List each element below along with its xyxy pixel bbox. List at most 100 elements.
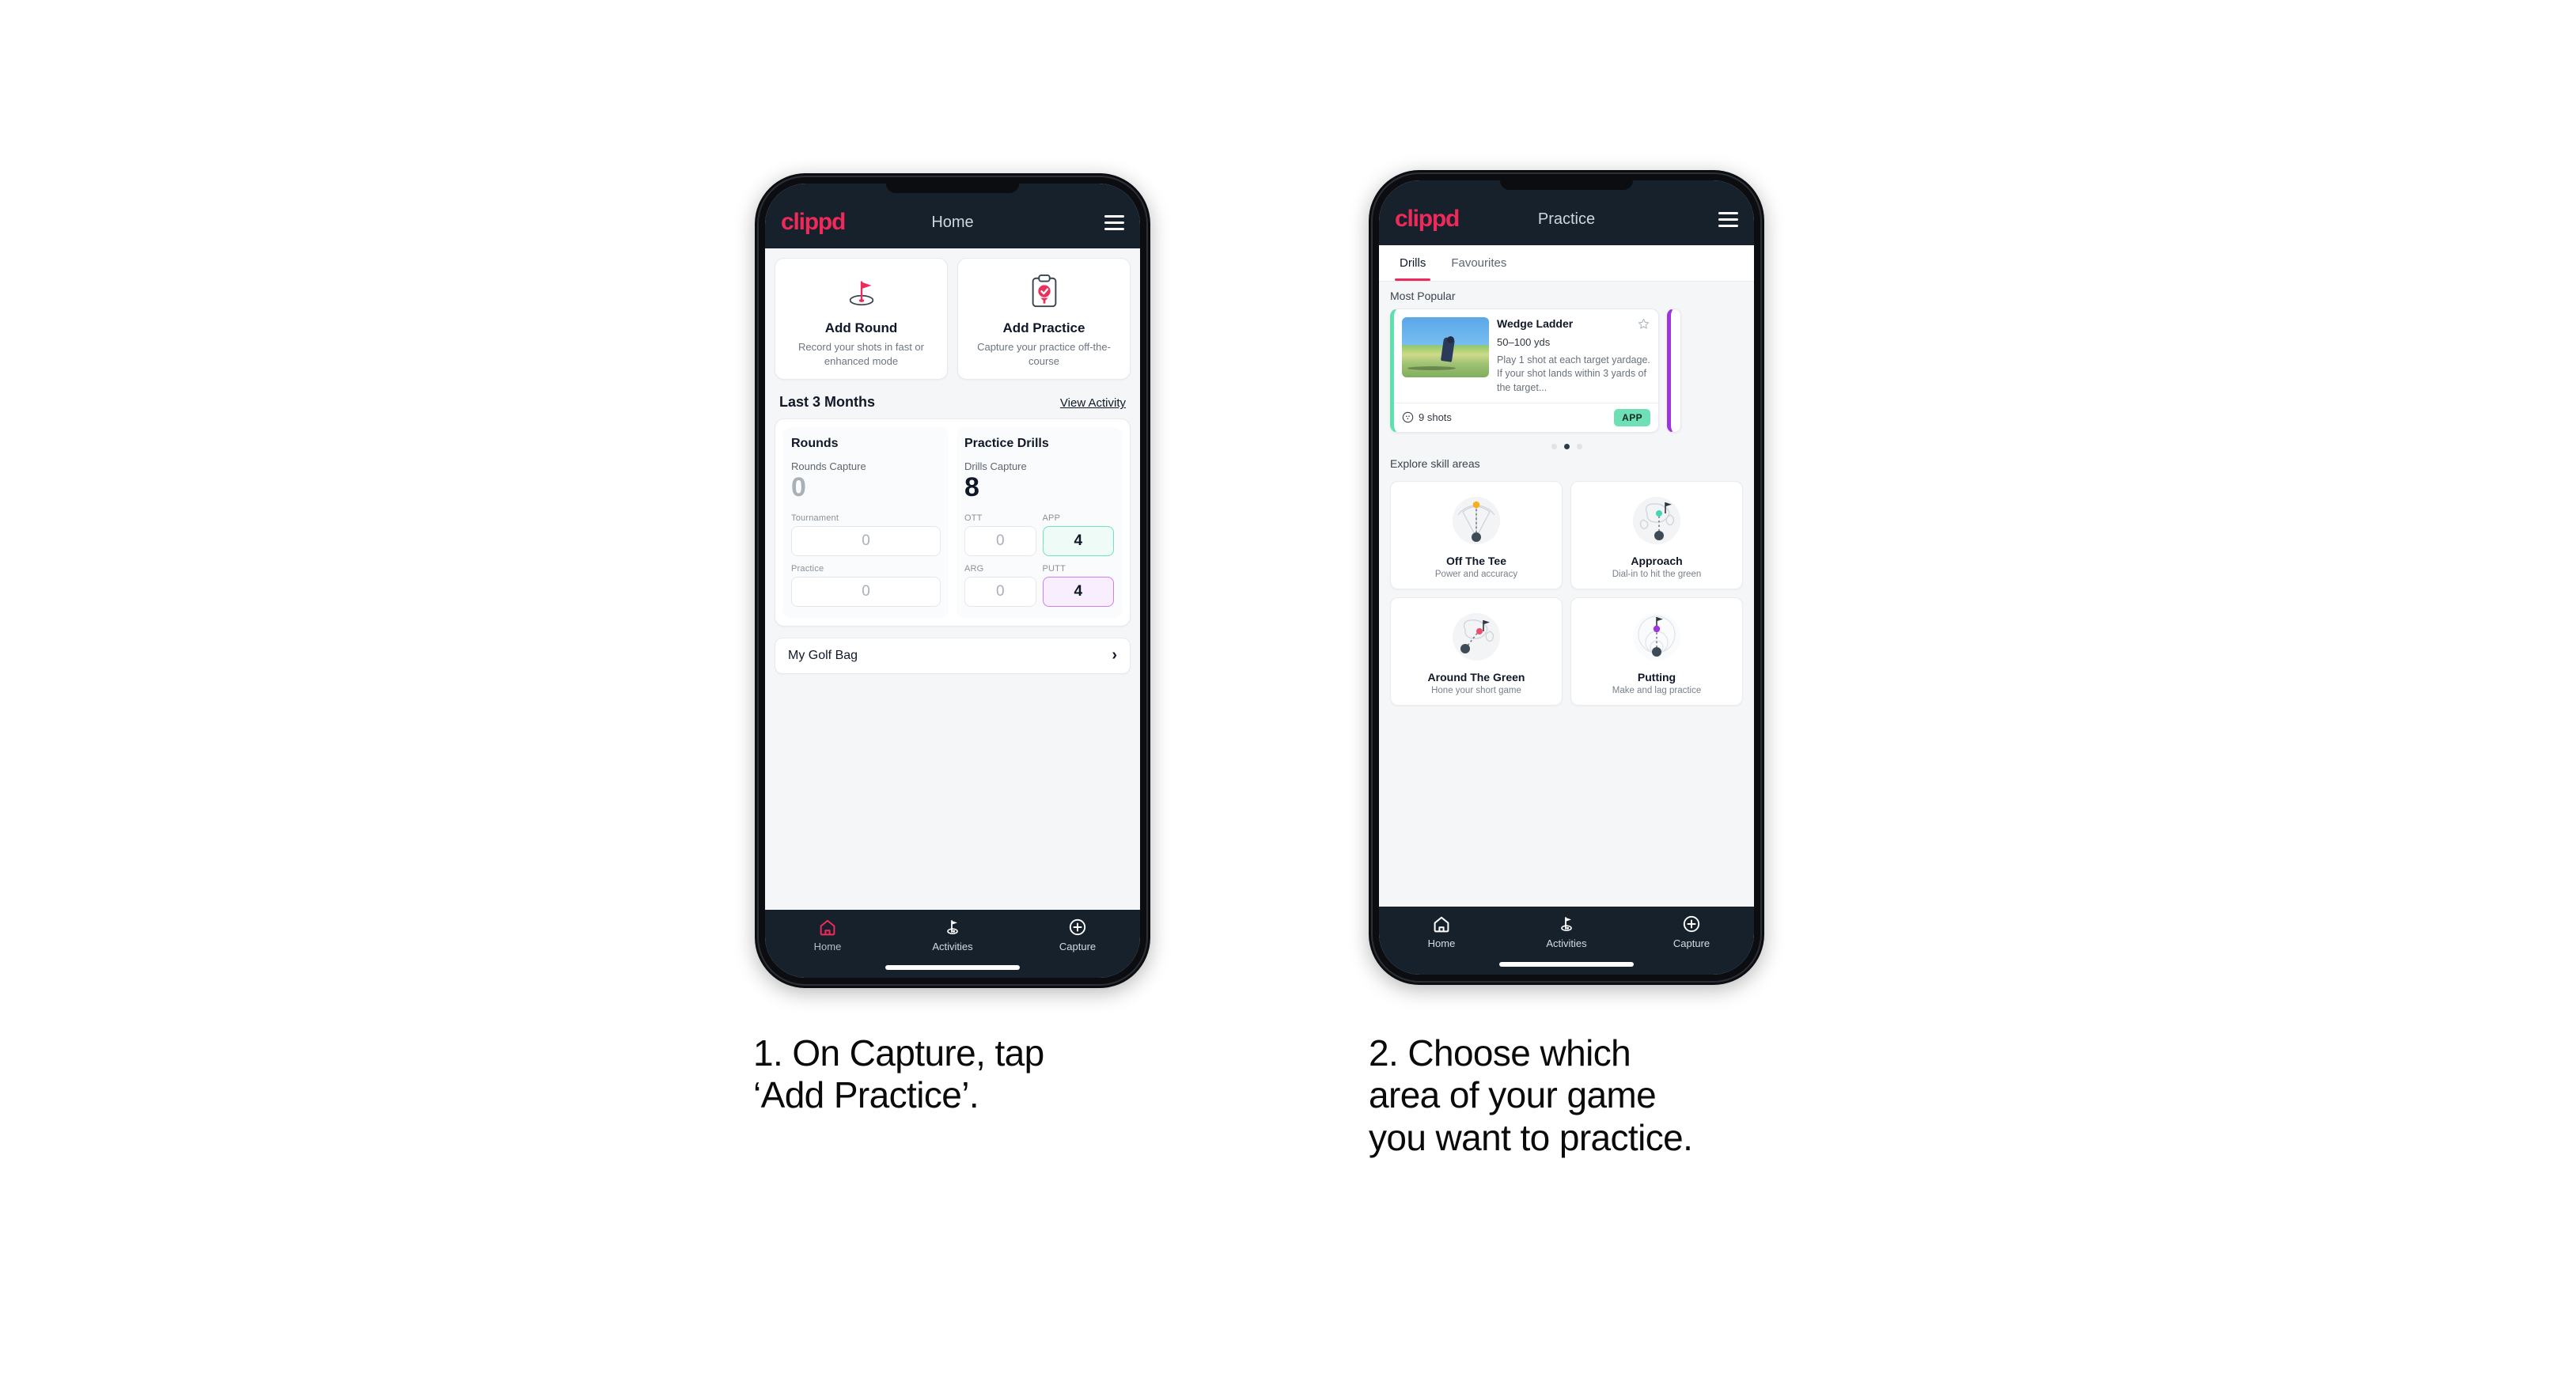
nav-item-activities[interactable]: Activities: [890, 918, 1015, 952]
skill-subtitle: Power and accuracy: [1434, 569, 1518, 579]
add-round-card[interactable]: Add Round Record your shots in fast or e…: [775, 258, 948, 381]
last-3-months-row: Last 3 Months View Activity: [775, 380, 1131, 418]
skill-card-off-the-tee[interactable]: Off The Tee Power and accuracy: [1390, 480, 1563, 589]
nav-item-activities[interactable]: Activities: [1504, 915, 1629, 949]
drill-card-peek[interactable]: [1667, 309, 1681, 433]
chevron-right-icon: ›: [1112, 646, 1117, 665]
drills-row-2: ARG 0 PUTT 4: [964, 564, 1114, 607]
drill-card-footer: 9 shots APP: [1394, 402, 1658, 432]
nav-label-capture: Capture: [1059, 941, 1097, 952]
home-content: Add Round Record your shots in fast or e…: [765, 248, 1140, 910]
phone-notch: [886, 184, 1019, 193]
putt-value[interactable]: 4: [1042, 576, 1114, 607]
add-round-title: Add Round: [824, 320, 898, 335]
carousel-dot-active[interactable]: [1563, 443, 1570, 449]
bottom-nav-practice: Home Activities Capture: [1379, 907, 1754, 975]
rounds-heading: Rounds: [791, 437, 839, 451]
putt-label: PUTT: [1042, 563, 1066, 574]
carousel-dot[interactable]: [1551, 443, 1557, 449]
nav-item-home[interactable]: Home: [765, 918, 890, 952]
tournament-label: Tournament: [791, 513, 839, 523]
skill-areas-grid: Off The Tee Power and accuracy Approach …: [1379, 476, 1754, 706]
drill-name: Wedge Ladder: [1497, 317, 1574, 330]
drill-card-wedge-ladder[interactable]: Wedge Ladder 50–100 yds Play 1 shot at e…: [1390, 309, 1659, 433]
practice-tabs: Drills Favourites: [1379, 245, 1754, 282]
drill-card-top: Wedge Ladder 50–100 yds Play 1 shot at e…: [1394, 309, 1658, 403]
rounds-tournament-group: Tournament 0: [791, 513, 941, 556]
section-title: Last 3 Months: [779, 394, 876, 411]
add-round-desc: Record your shots in fast or enhanced mo…: [798, 341, 924, 367]
drill-meta: Wedge Ladder 50–100 yds Play 1 shot at e…: [1497, 317, 1650, 395]
skill-card-approach[interactable]: Approach Dial-in to hit the green: [1570, 480, 1743, 589]
clippd-logo[interactable]: clippd: [1395, 207, 1460, 231]
practice-label: Practice: [791, 563, 824, 574]
app-header-practice: clippd Practice: [1379, 180, 1754, 245]
clippd-logo[interactable]: clippd: [781, 210, 846, 234]
putting-rings-icon: [1576, 606, 1737, 668]
nav-label-capture: Capture: [1673, 937, 1710, 949]
green-approach-icon: [1576, 490, 1737, 551]
arg-value[interactable]: 0: [964, 576, 1036, 607]
rounds-practice-group: Practice 0: [791, 564, 941, 607]
carousel-dots: [1379, 433, 1754, 453]
carousel-dot[interactable]: [1576, 443, 1582, 449]
skill-card-around-the-green[interactable]: Around The Green Hone your short game: [1390, 596, 1563, 706]
phone-screen-practice: clippd Practice Drills Favourites Most P…: [1379, 180, 1754, 975]
ott-value[interactable]: 0: [964, 525, 1036, 556]
skill-subtitle: Dial-in to hit the green: [1612, 569, 1702, 579]
phone-mockup-practice: clippd Practice Drills Favourites Most P…: [1369, 170, 1764, 985]
nav-label-home: Home: [1427, 937, 1456, 949]
caption-step-1: 1. On Capture, tap ‘Add Practice’.: [753, 1032, 1044, 1116]
ott-label: OTT: [964, 513, 983, 523]
explore-skill-areas-label: Explore skill areas: [1390, 456, 1480, 470]
skill-card-putting[interactable]: Putting Make and lag practice: [1570, 596, 1743, 706]
nav-item-home[interactable]: Home: [1379, 915, 1504, 949]
drill-thumbnail: [1402, 317, 1489, 377]
my-golf-bag-label: My Golf Bag: [788, 648, 858, 662]
tournament-value[interactable]: 0: [791, 525, 941, 556]
caption-step-2: 2. Choose which area of your game you wa…: [1369, 1032, 1693, 1158]
screenshot-canvas: clippd Home Add Round Record your shots …: [0, 0, 2576, 1386]
drills-carousel[interactable]: Wedge Ladder 50–100 yds Play 1 shot at e…: [1379, 309, 1754, 433]
add-practice-desc: Capture your practice off-the-course: [977, 341, 1111, 367]
tab-favourites[interactable]: Favourites: [1441, 245, 1516, 281]
clipboard-check-icon: [964, 270, 1123, 314]
nav-item-capture[interactable]: Capture: [1629, 915, 1754, 949]
practice-value[interactable]: 0: [791, 576, 941, 607]
drill-shots-label: 9 shots: [1419, 411, 1452, 424]
quick-actions-row: Add Round Record your shots in fast or e…: [775, 258, 1131, 381]
hamburger-menu-icon[interactable]: [1718, 211, 1738, 227]
add-practice-title: Add Practice: [1002, 320, 1085, 335]
tab-drills[interactable]: Drills: [1390, 245, 1435, 281]
skill-subtitle: Make and lag practice: [1612, 685, 1702, 695]
app-header-home: clippd Home: [765, 184, 1140, 248]
drill-shots: 9 shots: [1402, 411, 1452, 423]
practice-drills-column: Practice Drills Drills Capture 8 OTT 0 A…: [957, 427, 1122, 618]
bottom-nav-home: Home Activities Capture: [765, 910, 1140, 978]
nav-label-home: Home: [813, 941, 842, 952]
skill-title: Off The Tee: [1446, 554, 1506, 567]
home-indicator: [885, 965, 1020, 970]
phone-mockup-home: clippd Home Add Round Record your shots …: [755, 173, 1150, 988]
my-golf-bag-row[interactable]: My Golf Bag ›: [775, 637, 1131, 674]
add-practice-card[interactable]: Add Practice Capture your practice off-t…: [957, 258, 1131, 381]
rounds-capture-value: 0: [791, 472, 806, 503]
phone-notch: [1500, 180, 1633, 190]
phone-screen-home: clippd Home Add Round Record your shots …: [765, 184, 1140, 978]
star-outline-icon[interactable]: [1637, 317, 1650, 335]
skill-title: Around The Green: [1427, 670, 1525, 684]
golf-flag-icon: [782, 270, 941, 314]
practice-content: Most Popular Wedge Ladder 50–100 yds Pla…: [1379, 282, 1754, 907]
drill-yardage: 50–100 yds: [1497, 336, 1551, 348]
app-label: APP: [1042, 513, 1061, 523]
tee-fan-icon: [1396, 490, 1557, 551]
drill-description: Play 1 shot at each target yardage. If y…: [1497, 354, 1650, 393]
rounds-column: Rounds Rounds Capture 0 Tournament 0 Pra…: [783, 427, 949, 618]
golf-ball-icon: [1402, 412, 1414, 423]
nav-item-capture[interactable]: Capture: [1015, 918, 1140, 952]
app-value[interactable]: 4: [1042, 525, 1114, 556]
plus-circle-icon: [1069, 918, 1086, 936]
hamburger-menu-icon[interactable]: [1104, 214, 1124, 230]
view-activity-link[interactable]: View Activity: [1060, 396, 1126, 410]
nav-label-activities: Activities: [1546, 937, 1587, 949]
